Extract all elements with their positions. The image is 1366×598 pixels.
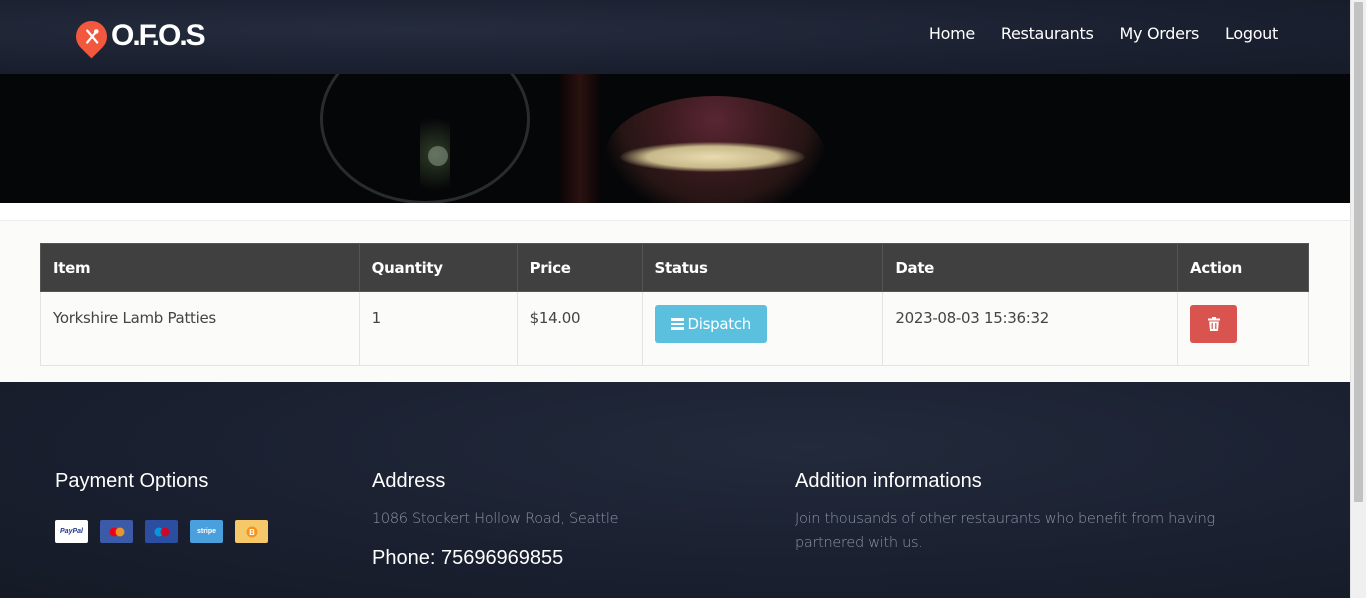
dispatch-label: Dispatch <box>687 315 752 333</box>
cell-date: 2023-08-03 15:36:32 <box>882 291 1179 366</box>
vertical-scrollbar[interactable] <box>1350 0 1366 598</box>
scrollbar-thumb[interactable] <box>1354 2 1363 502</box>
cell-action <box>1177 291 1309 366</box>
banner-post-shape <box>560 74 600 203</box>
maestro-icon <box>145 520 178 543</box>
footer-info-column: Addition informations Join thousands of … <box>795 470 1285 555</box>
delete-order-button[interactable] <box>1190 305 1238 343</box>
trash-icon <box>1207 317 1220 331</box>
orders-table: Item Quantity Price Status Date Action Y… <box>40 243 1309 366</box>
page: O.F.O.S Home Restaurants My Orders Logou… <box>0 0 1350 598</box>
payment-methods: PayPal stripe B <box>55 520 280 543</box>
column-header-date: Date <box>882 243 1179 292</box>
phone-number: Phone: 75696969855 <box>372 547 564 569</box>
banner-cream-shape <box>620 142 805 172</box>
site-footer: Payment Options PayPal stripe B Address … <box>0 382 1350 598</box>
column-header-price: Price <box>516 243 643 292</box>
brand-name: O.F.O.S <box>111 19 206 52</box>
cell-item: Yorkshire Lamb Patties <box>40 291 360 366</box>
column-header-action: Action <box>1177 243 1309 292</box>
footer-payment-column: Payment Options PayPal stripe B <box>55 470 280 543</box>
dispatch-status-button[interactable]: Dispatch <box>654 305 767 343</box>
table-header-row: Item Quantity Price Status Date Action <box>40 243 1309 292</box>
banner-bokeh-shape <box>428 146 448 166</box>
paypal-icon: PayPal <box>55 520 88 543</box>
address-title: Address <box>372 470 446 492</box>
fork-knife-icon <box>69 14 114 58</box>
column-header-status: Status <box>641 243 884 292</box>
stripe-icon: stripe <box>190 520 223 543</box>
info-title: Addition informations <box>795 470 982 492</box>
info-text: Join thousands of other restaurants who … <box>795 511 1215 551</box>
cell-quantity: 1 <box>358 291 518 366</box>
main-nav: Home Restaurants My Orders Logout <box>903 24 1278 43</box>
bars-icon <box>670 316 684 332</box>
site-header: O.F.O.S Home Restaurants My Orders Logou… <box>0 0 1350 74</box>
nav-logout[interactable]: Logout <box>1225 24 1278 43</box>
brand-logo[interactable]: O.F.O.S <box>69 14 206 58</box>
bitcoin-icon: B <box>235 520 268 543</box>
column-header-quantity: Quantity <box>358 243 518 292</box>
column-header-item: Item <box>40 243 360 292</box>
footer-address-column: Address 1086 Stockert Hollow Road, Seatt… <box>372 470 619 570</box>
svg-text:B: B <box>249 528 255 537</box>
orders-section: Item Quantity Price Status Date Action Y… <box>0 203 1350 382</box>
mastercard-icon <box>100 520 133 543</box>
payment-options-title: Payment Options <box>55 470 209 492</box>
hero-banner-image <box>0 74 1350 203</box>
table-row: Yorkshire Lamb Patties 1 $14.00 Dispatch… <box>40 291 1309 366</box>
cell-status: Dispatch <box>641 291 884 366</box>
nav-my-orders[interactable]: My Orders <box>1120 24 1200 43</box>
nav-restaurants[interactable]: Restaurants <box>1001 24 1094 43</box>
cell-price: $14.00 <box>516 291 643 366</box>
address-text: 1086 Stockert Hollow Road, Seattle <box>372 511 619 527</box>
nav-home[interactable]: Home <box>929 24 975 43</box>
